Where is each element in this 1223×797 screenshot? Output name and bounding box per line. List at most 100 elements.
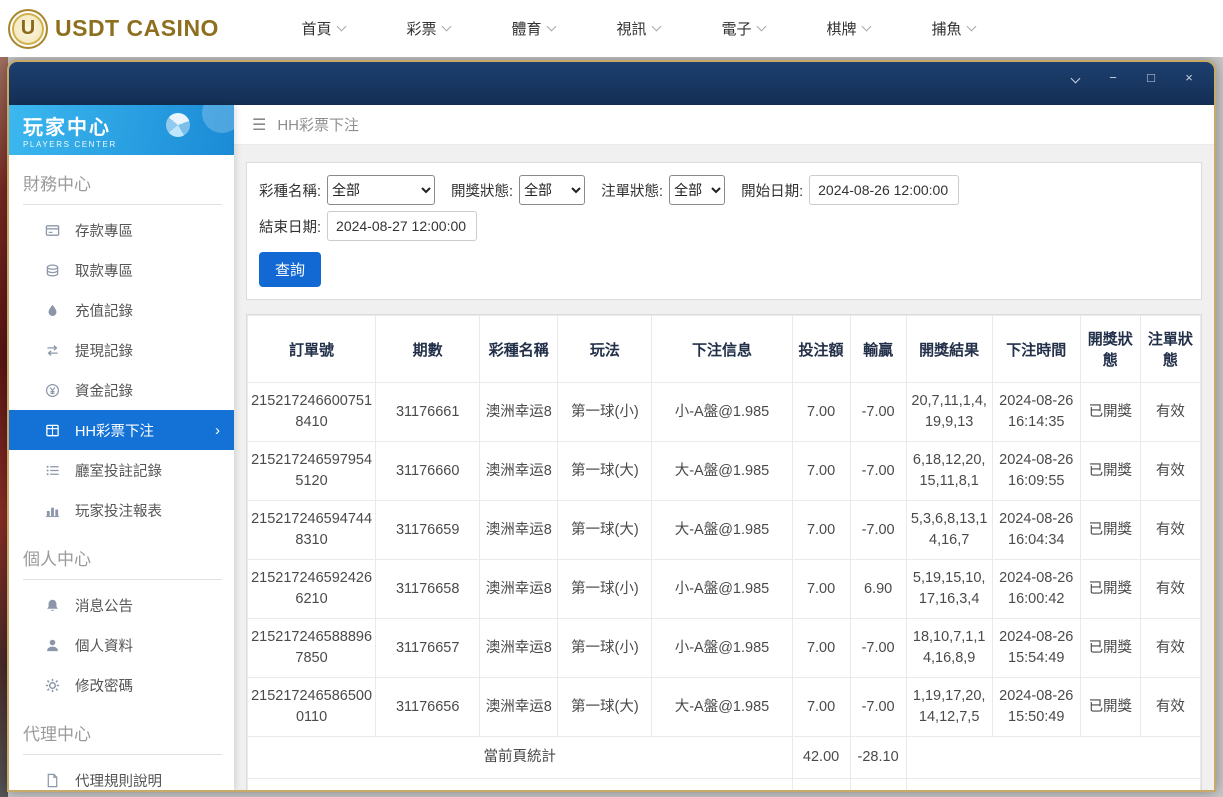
table-cell: 2152172465865000110 (246, 677, 377, 738)
filter-date-input[interactable] (327, 211, 478, 241)
nav-item[interactable]: 視訊 (586, 18, 691, 39)
table-cell: 31176657 (375, 618, 481, 679)
cashout-icon (44, 342, 60, 358)
funds-icon (44, 382, 60, 398)
table-header-row: 訂單號 期數 彩種名稱 玩法 下注信息 投注額 輸贏 開獎結果 下注時間 開獎狀態 注單狀態 (246, 315, 1202, 383)
sidebar-item-label: 取款專區 (75, 263, 133, 280)
chevron-down-icon (652, 21, 662, 32)
user-icon (44, 637, 60, 653)
sidebar-item[interactable]: 玩家投注報表› (9, 490, 234, 530)
nav-item[interactable]: 捕魚 (901, 18, 1006, 39)
sidebar-item[interactable]: HH彩票下注 › (9, 410, 234, 450)
table-cell: 澳洲幸运8 (479, 441, 559, 502)
table-cell: 已開獎 (1079, 618, 1141, 679)
query-button[interactable]: 查詢 (259, 252, 322, 287)
sidebar-subtitle: PLAYERS CENTER (23, 140, 117, 149)
table-header-cell: 開獎結果 (905, 315, 993, 383)
table-header-cell: 訂單號 (246, 315, 377, 383)
content: 彩種名稱:全部開獎狀態:全部注單狀態:全部開始日期:結束日期: 查詢 訂單號期數… (234, 145, 1214, 790)
table-cell: 31176661 (375, 381, 481, 443)
filter-label: 結束日期: (259, 219, 322, 236)
logo-emblem-icon: U (8, 8, 48, 49)
summary-winloss-total: -28.10 (849, 736, 907, 780)
sidebar-item[interactable]: 充值記錄› (9, 290, 234, 330)
table-cell: 第一球(大) (557, 500, 653, 561)
table-cell: 2024-08-26 15:50:49 (991, 677, 1081, 738)
deposit-icon (44, 222, 60, 238)
nav-item-label: 視訊 (616, 21, 647, 38)
table-cell: 31176659 (375, 500, 481, 561)
chevron-down-icon (862, 21, 872, 32)
table-cell: 31176658 (375, 559, 481, 620)
table-cell: 有效 (1139, 559, 1202, 620)
bets-table: 訂單號 期數 彩種名稱 玩法 下注信息 投注額 輸贏 開獎結果 下注時間 開獎狀態 注單狀態 215… (246, 315, 1202, 790)
table-cell: 第一球(大) (557, 677, 653, 738)
filter-item: 開始日期: (741, 175, 960, 205)
sidebar-item[interactable]: 個人資料› (9, 625, 234, 665)
sidebar-item[interactable]: 資金記錄› (9, 370, 234, 410)
table-row: 2152172466007518410 31176661 澳洲幸运8 第一球(小) 小-… (246, 381, 1202, 443)
bell-icon (44, 597, 60, 613)
filter-item: 結束日期: (259, 211, 478, 241)
nav-item-label: 體育 (511, 21, 542, 38)
table-cell: 有效 (1139, 618, 1202, 679)
filter-row: 彩種名稱:全部開獎狀態:全部注單狀態:全部開始日期:結束日期: (259, 175, 1189, 241)
filter-select[interactable]: 全部 (519, 175, 586, 205)
close-icon[interactable]: × (1182, 71, 1196, 85)
chevron-down-icon[interactable] (1068, 71, 1082, 85)
table-cell: 31176660 (375, 441, 481, 502)
filter-select[interactable]: 全部 (327, 175, 436, 205)
table-cell: 7.00 (791, 381, 851, 443)
sidebar-item[interactable]: 取款專區› (9, 250, 234, 290)
table-cell: 1,19,17,20,14,12,7,5 (905, 677, 993, 738)
chevron-down-icon (547, 21, 557, 32)
lottery-icon (44, 422, 60, 438)
hall-record-icon (44, 462, 60, 478)
nav-item-label: 捕魚 (931, 21, 962, 38)
minimize-icon[interactable]: − (1106, 71, 1120, 85)
nav-item-label: 彩票 (406, 21, 437, 38)
nav-item-label: 電子 (721, 21, 752, 38)
chevron-down-icon (967, 21, 977, 32)
sidebar-item[interactable]: 消息公告› (9, 585, 234, 625)
summary-bet-total: 42.00 (791, 778, 851, 790)
nav-item[interactable]: 體育 (481, 18, 586, 39)
sidebar-item[interactable]: 代理規則說明› (9, 760, 234, 790)
sidebar-item[interactable]: 修改密碼› (9, 665, 234, 705)
sidebar-item-label: 消息公告 (75, 598, 133, 615)
table-cell: 大-A盤@1.985 (651, 677, 793, 738)
nav-item[interactable]: 電子 (691, 18, 796, 39)
table-cell: 澳洲幸运8 (479, 677, 559, 738)
summary-label: 總統計 (247, 778, 793, 790)
nav-item[interactable]: 首頁 (271, 18, 376, 39)
sidebar-header: 玩家中心 PLAYERS CENTER (9, 105, 234, 155)
nav-item[interactable]: 彩票 (376, 18, 481, 39)
main-area: ☰ HH彩票下注 彩種名稱:全部開獎狀態:全部注單狀態:全部開始日期:結束日期:… (234, 105, 1214, 790)
maximize-icon[interactable]: □ (1144, 71, 1158, 85)
table-cell: 小-A盤@1.985 (651, 559, 793, 620)
nav-item[interactable]: 棋牌 (796, 18, 901, 39)
filter-label: 開始日期: (741, 183, 804, 200)
table-cell: 有效 (1139, 441, 1202, 502)
sidebar-section-title: 代理中心 (23, 720, 222, 755)
hamburger-menu-icon[interactable]: ☰ (252, 115, 266, 135)
table-cell: 小-A盤@1.985 (651, 618, 793, 679)
table-row: 2152172465924266210 31176658 澳洲幸运8 第一球(小) 小-… (246, 559, 1202, 620)
table-cell: 澳洲幸运8 (479, 559, 559, 620)
table-header-cell: 下注信息 (651, 315, 793, 383)
sidebar-item[interactable]: 存款專區› (9, 210, 234, 250)
sidebar-item-label: HH彩票下注 (75, 423, 154, 440)
withdraw-icon (44, 262, 60, 278)
sidebar-item-label: 玩家投注報表 (75, 503, 162, 520)
summary-empty-cell (905, 778, 1202, 790)
report-icon (44, 502, 60, 518)
sidebar-item-label: 個人資料 (75, 638, 133, 655)
filter-date-input[interactable] (809, 175, 960, 205)
breadcrumb: ☰ HH彩票下注 (234, 105, 1214, 145)
table-cell: 已開獎 (1079, 381, 1141, 443)
sidebar-menu: 財務中心存款專區›取款專區›充值記錄›提現記錄›資金記錄› HH彩票下注 › 廳室投註… (9, 170, 234, 790)
filter-select[interactable]: 全部 (669, 175, 726, 205)
sidebar-item[interactable]: 廳室投註記錄› (9, 450, 234, 490)
table-cell: 大-A盤@1.985 (651, 500, 793, 561)
sidebar-item[interactable]: 提現記錄› (9, 330, 234, 370)
